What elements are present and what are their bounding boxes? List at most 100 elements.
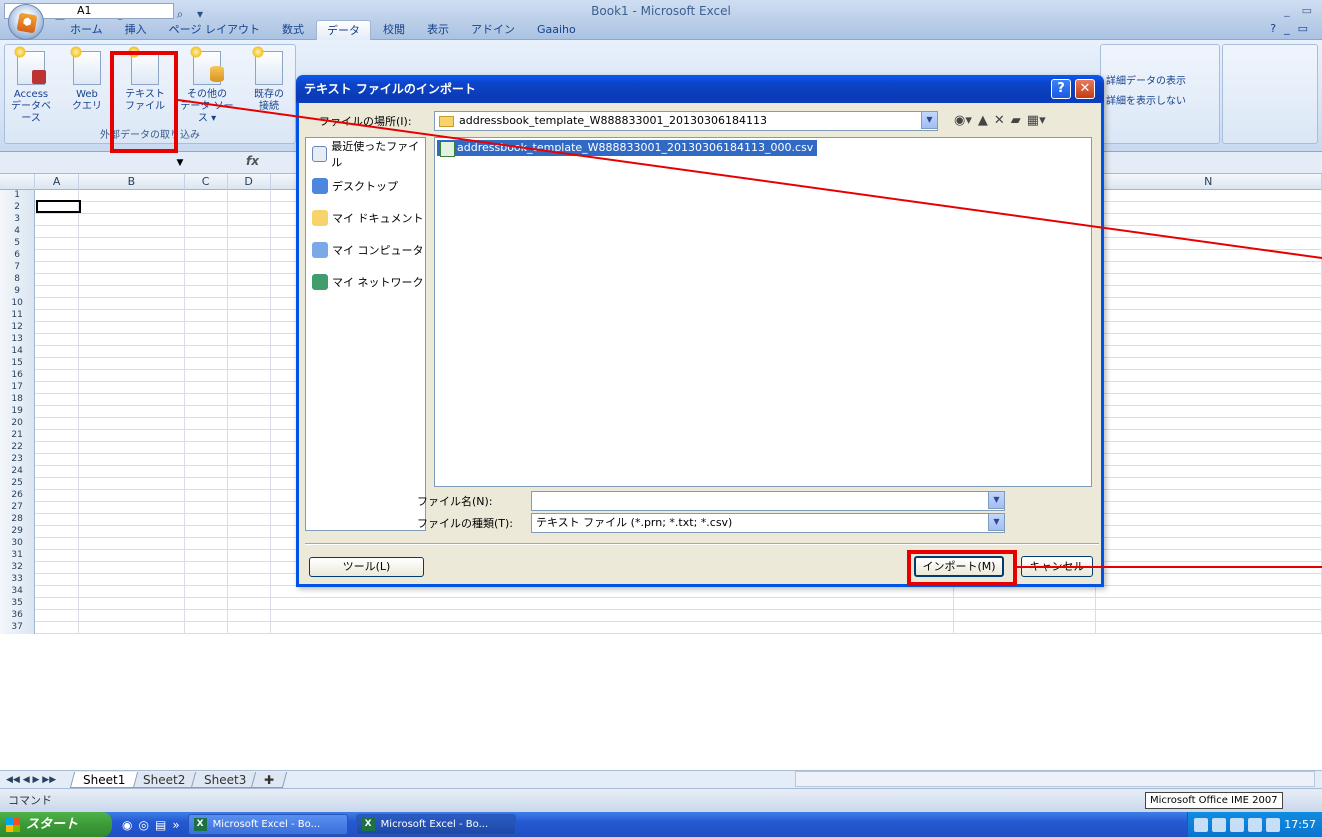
cell[interactable] xyxy=(79,466,185,478)
new-folder-icon[interactable]: ▰ xyxy=(1011,113,1021,128)
row-header[interactable]: 23 xyxy=(0,454,36,466)
cell[interactable] xyxy=(79,394,185,406)
cell[interactable] xyxy=(228,466,271,478)
row-header[interactable]: 36 xyxy=(0,610,36,622)
office-button[interactable]: ⬢ xyxy=(8,4,44,40)
cell[interactable] xyxy=(185,574,228,586)
cell[interactable] xyxy=(271,598,954,610)
selected-cell[interactable] xyxy=(36,200,81,213)
cell[interactable] xyxy=(1096,430,1322,442)
cell[interactable] xyxy=(79,310,185,322)
cell[interactable] xyxy=(185,406,228,418)
cell[interactable] xyxy=(185,214,228,226)
cell[interactable] xyxy=(185,430,228,442)
cell[interactable] xyxy=(228,262,271,274)
cell[interactable] xyxy=(35,406,80,418)
cell[interactable] xyxy=(35,298,80,310)
cell[interactable] xyxy=(228,478,271,490)
cell[interactable] xyxy=(185,478,228,490)
cell[interactable] xyxy=(228,406,271,418)
cell[interactable] xyxy=(35,562,80,574)
cell[interactable] xyxy=(228,454,271,466)
cell[interactable] xyxy=(1096,262,1322,274)
row-header[interactable]: 11 xyxy=(0,310,36,322)
cell[interactable] xyxy=(1096,562,1322,574)
row-header[interactable]: 33 xyxy=(0,574,36,586)
name-box-dropdown-icon[interactable]: ▼ xyxy=(172,152,188,174)
cell[interactable] xyxy=(228,538,271,550)
restore-icon[interactable]: ▭ xyxy=(1302,4,1312,17)
cell[interactable] xyxy=(185,358,228,370)
row-header[interactable]: 8 xyxy=(0,274,36,286)
cell[interactable] xyxy=(79,202,185,214)
cell[interactable] xyxy=(1096,226,1322,238)
place-recent[interactable]: 最近使ったファイル xyxy=(306,138,425,170)
cell[interactable] xyxy=(185,514,228,526)
cell[interactable] xyxy=(228,214,271,226)
cell[interactable] xyxy=(271,622,954,634)
cell[interactable] xyxy=(35,478,80,490)
row-header[interactable]: 1 xyxy=(0,190,36,202)
cell[interactable] xyxy=(79,382,185,394)
ie-icon[interactable]: ◉ xyxy=(122,818,132,832)
up-folder-icon[interactable]: ▲ xyxy=(978,113,988,128)
shortcut-icon[interactable]: ▤ xyxy=(155,818,166,832)
cell[interactable] xyxy=(1096,202,1322,214)
help-icon[interactable]: ? xyxy=(1051,79,1071,99)
cell[interactable] xyxy=(79,490,185,502)
cell[interactable] xyxy=(185,298,228,310)
row-header[interactable]: 14 xyxy=(0,346,36,358)
list-item[interactable]: addressbook_template_W888833001_20130306… xyxy=(437,140,818,157)
column-header[interactable]: D xyxy=(228,174,271,190)
place-documents[interactable]: マイ ドキュメント xyxy=(306,202,425,234)
cell[interactable] xyxy=(228,514,271,526)
tab-gaaiho[interactable]: Gaaiho xyxy=(527,20,586,40)
cell[interactable] xyxy=(1096,586,1322,598)
cell[interactable] xyxy=(1096,370,1322,382)
row-header[interactable]: 4 xyxy=(0,226,36,238)
cell[interactable] xyxy=(228,394,271,406)
cell[interactable] xyxy=(35,442,80,454)
cell[interactable] xyxy=(1096,358,1322,370)
cell[interactable] xyxy=(1096,538,1322,550)
row-header[interactable]: 25 xyxy=(0,478,36,490)
start-button[interactable]: スタート xyxy=(0,812,112,837)
existing-connections-button[interactable]: 既存の 接続 xyxy=(245,46,293,121)
cell[interactable] xyxy=(1096,298,1322,310)
cell[interactable] xyxy=(79,334,185,346)
cell[interactable] xyxy=(1096,418,1322,430)
cell[interactable] xyxy=(35,310,80,322)
row-header[interactable]: 37 xyxy=(0,622,36,634)
cell[interactable] xyxy=(1096,622,1322,634)
cell[interactable] xyxy=(185,334,228,346)
cell[interactable] xyxy=(35,526,80,538)
cell[interactable] xyxy=(185,466,228,478)
cell[interactable] xyxy=(228,382,271,394)
column-header[interactable]: A xyxy=(35,174,80,190)
row-header[interactable]: 18 xyxy=(0,394,36,406)
access-database-button[interactable]: Access データベース xyxy=(7,46,55,124)
cell[interactable] xyxy=(228,226,271,238)
chevron-down-icon[interactable]: ▼ xyxy=(921,111,938,129)
column-header[interactable]: B xyxy=(79,174,185,190)
cell[interactable] xyxy=(79,370,185,382)
cell[interactable] xyxy=(79,406,185,418)
column-header[interactable]: C xyxy=(185,174,228,190)
cell[interactable] xyxy=(35,430,80,442)
row-header[interactable]: 2 xyxy=(0,202,36,214)
cell[interactable] xyxy=(1096,454,1322,466)
cell[interactable] xyxy=(79,598,185,610)
select-all-corner[interactable] xyxy=(0,174,36,190)
cell[interactable] xyxy=(228,562,271,574)
cell[interactable] xyxy=(185,190,228,202)
row-header[interactable]: 10 xyxy=(0,298,36,310)
cell[interactable] xyxy=(228,418,271,430)
cell[interactable] xyxy=(228,286,271,298)
cell[interactable] xyxy=(1096,394,1322,406)
row-header[interactable]: 17 xyxy=(0,382,36,394)
tray-icon[interactable] xyxy=(1230,817,1245,832)
cell[interactable] xyxy=(1096,274,1322,286)
cell[interactable] xyxy=(1096,250,1322,262)
cell[interactable] xyxy=(35,586,80,598)
cell[interactable] xyxy=(185,394,228,406)
